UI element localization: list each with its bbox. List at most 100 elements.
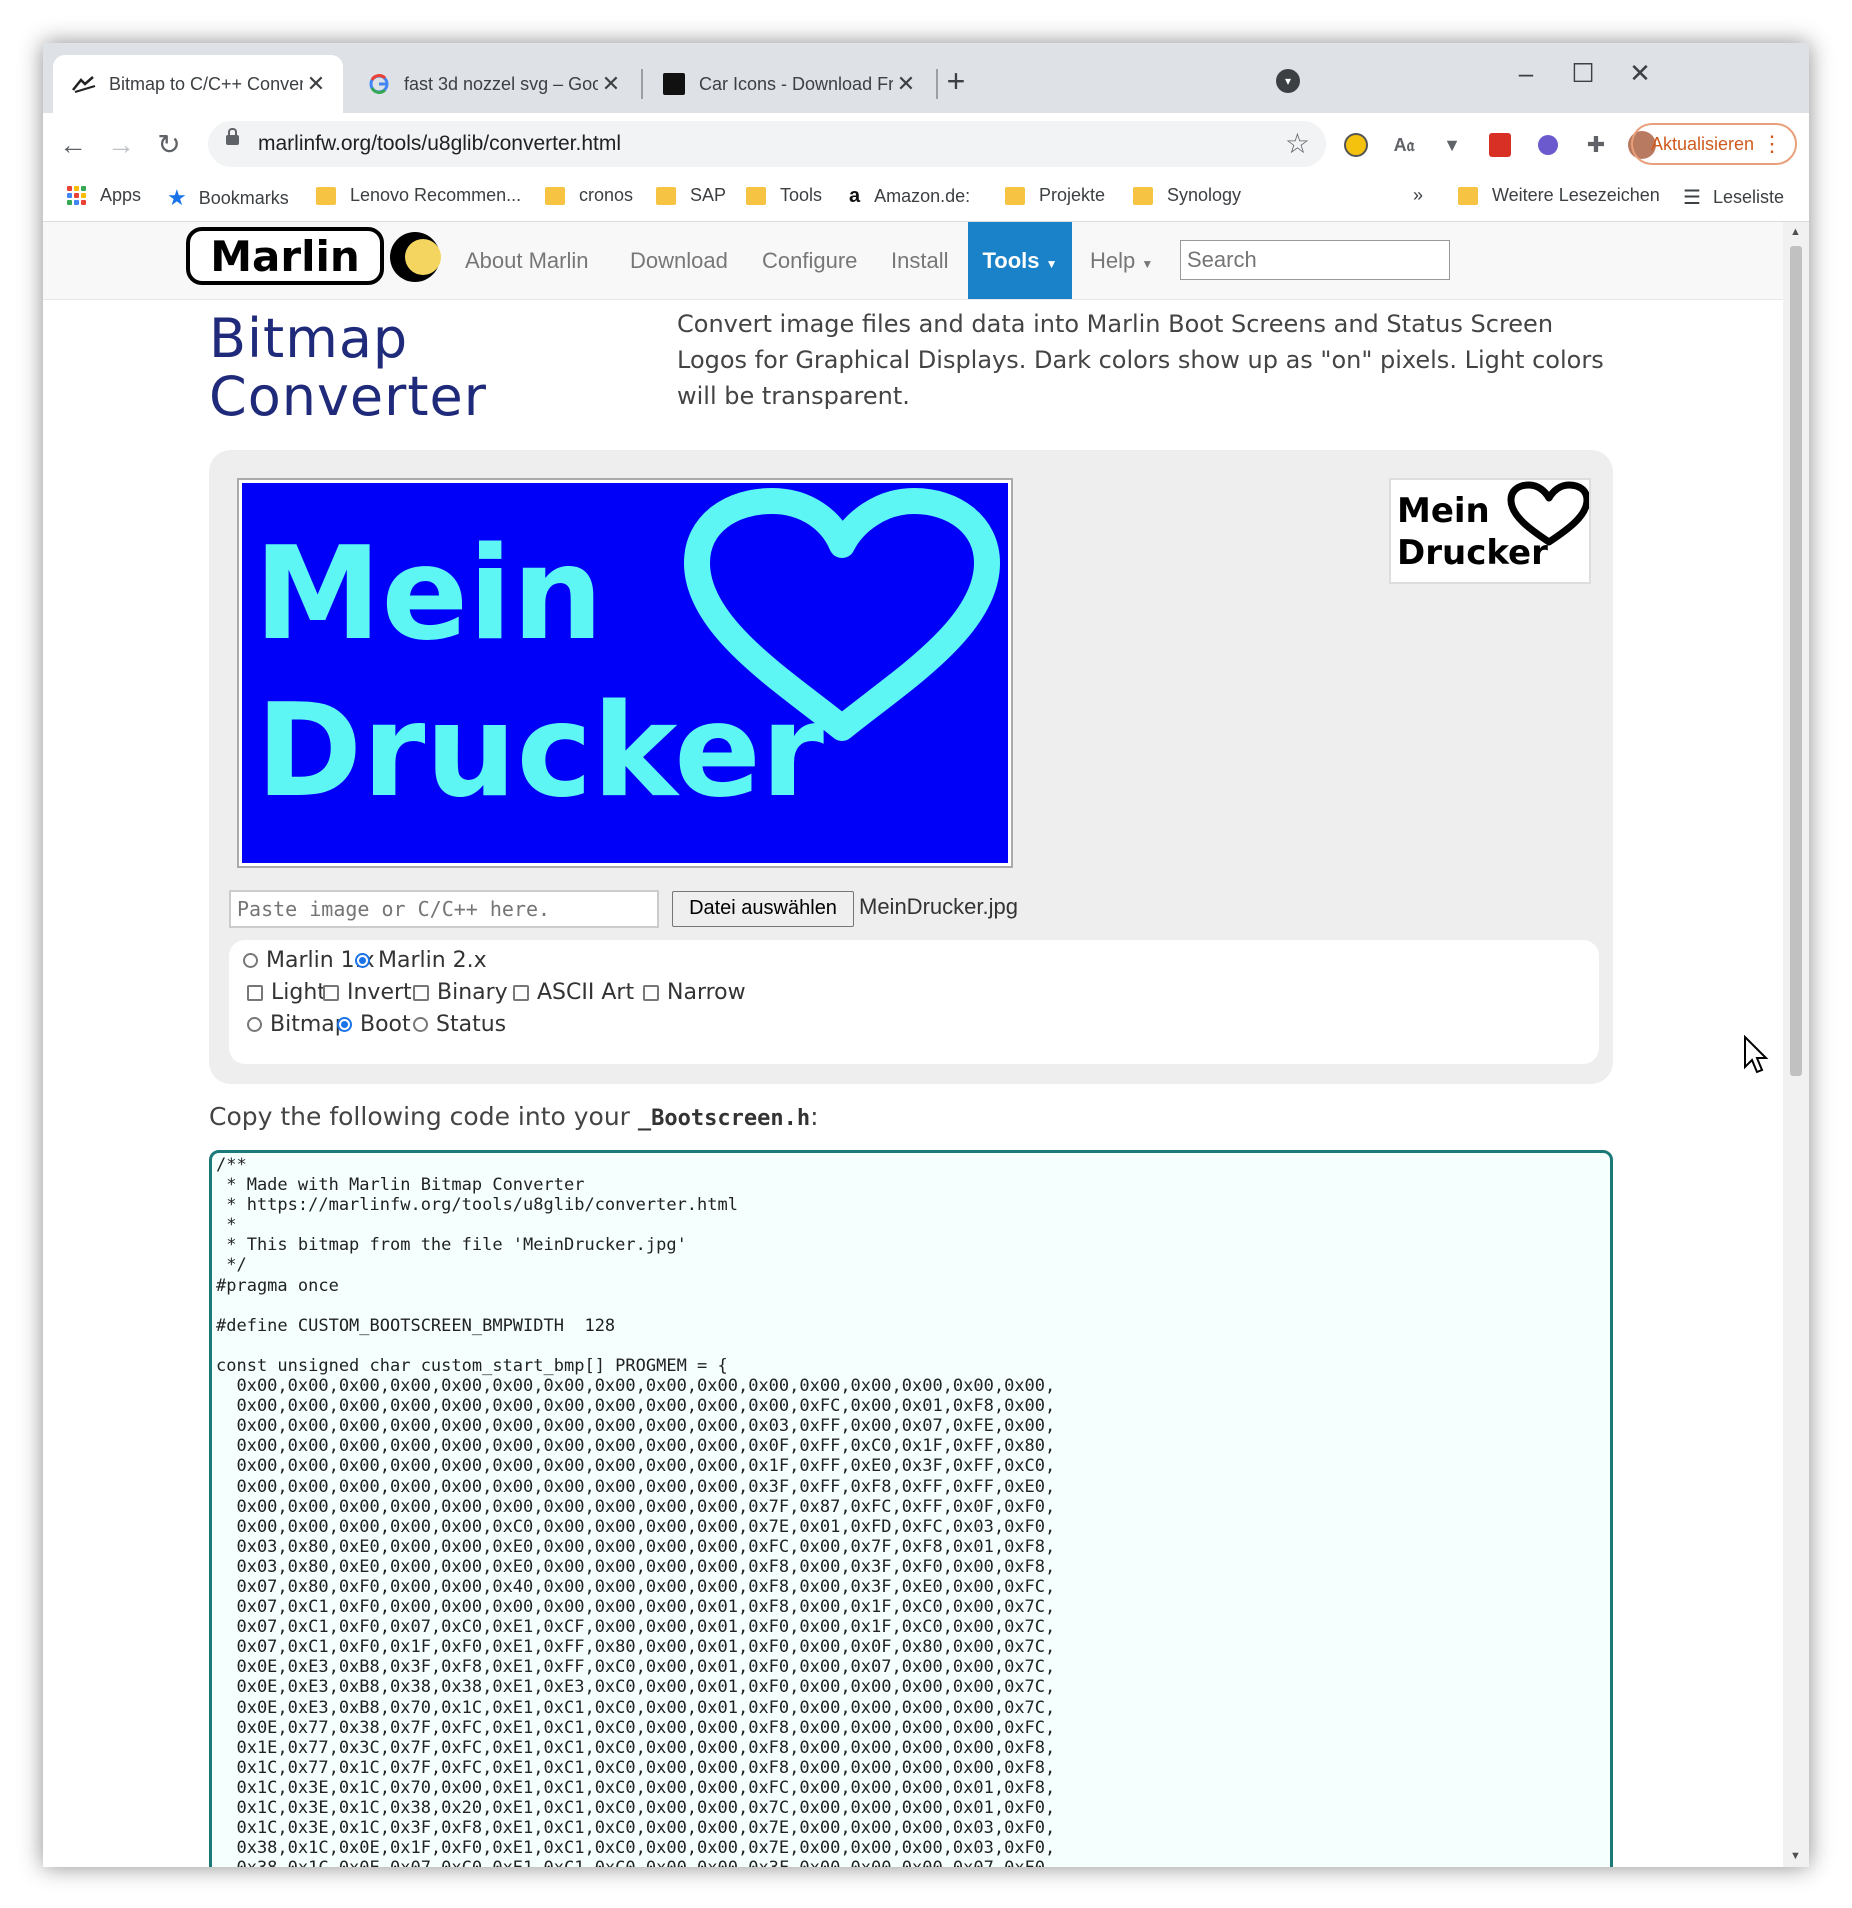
option-narrow[interactable]: Narrow <box>643 980 746 1005</box>
bookmark-label: Weitere Lesezeichen <box>1492 185 1660 205</box>
status-radio[interactable] <box>413 1017 428 1032</box>
back-arrow-icon[interactable]: ← <box>55 127 91 163</box>
ascii-art-checkbox[interactable] <box>513 984 529 1001</box>
scroll-down-arrow-icon[interactable]: ▼ <box>1790 1850 1801 1862</box>
boot-radio[interactable] <box>337 1017 352 1032</box>
reload-icon[interactable]: ↻ <box>151 127 187 163</box>
light-checkbox[interactable] <box>247 984 263 1001</box>
extension-alarm-icon[interactable] <box>1341 130 1371 160</box>
nav-help[interactable]: Help ▼ <box>1090 248 1153 274</box>
browser-window: Bitmap to C/C++ Converter | Marlin ✕ fas… <box>43 43 1809 1867</box>
close-window-icon[interactable]: ✕ <box>1615 53 1665 93</box>
tab-google-search[interactable]: fast 3d nozzel svg – Google Suche ✕ <box>348 55 638 113</box>
update-button[interactable]: Aktualisieren ⋮ <box>1631 123 1797 165</box>
option-light[interactable]: Light <box>247 980 326 1005</box>
bookmark-amazon[interactable]: a Amazon.de: <box>849 185 970 208</box>
option-status[interactable]: Status <box>413 1012 506 1037</box>
bookmark-bookmarks[interactable]: ★ Bookmarks <box>167 185 289 211</box>
amazon-icon: a <box>849 185 861 207</box>
option-label: ASCII Art <box>537 980 635 1005</box>
option-ascii-art[interactable]: ASCII Art <box>513 980 634 1005</box>
page-scrollbar[interactable]: ▲ ▼ <box>1783 222 1809 1867</box>
option-binary[interactable]: Binary <box>413 980 508 1005</box>
folder-icon <box>746 186 766 205</box>
apps-grid-icon <box>67 186 86 205</box>
url-text: marlinfw.org/tools/u8glib/converter.html <box>258 132 621 155</box>
option-invert[interactable]: Invert <box>323 980 412 1005</box>
paste-code-input[interactable] <box>229 890 659 928</box>
folder-icon <box>316 186 336 205</box>
tab-car-icons[interactable]: Car Icons - Download Free Vector ✕ <box>643 55 933 113</box>
world-extension-icon[interactable] <box>1533 130 1563 160</box>
choose-file-button[interactable]: Datei auswählen <box>672 891 854 927</box>
scrollbar-thumb[interactable] <box>1790 246 1802 1076</box>
puzzle-extensions-icon[interactable]: ✚ <box>1581 130 1611 160</box>
marlin-2x-radio[interactable] <box>355 953 370 968</box>
code-output[interactable]: /** * Made with Marlin Bitmap Converter … <box>209 1150 1613 1867</box>
bookmark-other[interactable]: Weitere Lesezeichen <box>1458 185 1660 206</box>
converter-options: Marlin 1.x Marlin 2.x Light Invert Binar… <box>229 940 1599 1064</box>
bookmark-tools[interactable]: Tools <box>746 185 822 206</box>
copy-label-suffix: : <box>810 1102 819 1131</box>
pdf-extension-icon[interactable] <box>1485 130 1515 160</box>
browser-toolbar: ← → ↻ marlinfw.org/tools/u8glib/converte… <box>43 113 1809 175</box>
nav-install[interactable]: Install <box>891 248 948 274</box>
tab-search-icon[interactable]: ▾ <box>1276 69 1300 93</box>
selected-file-name: MeinDrucker.jpg <box>859 894 1018 919</box>
bookmarks-overflow-chevron-icon[interactable]: » <box>1413 185 1423 206</box>
copy-instructions: Copy the following code into your _Boots… <box>209 1102 819 1131</box>
tab-marlin-converter[interactable]: Bitmap to C/C++ Converter | Marlin ✕ <box>53 55 343 113</box>
bookmark-cronos[interactable]: cronos <box>545 185 633 206</box>
bookmark-lenovo[interactable]: Lenovo Recommen... <box>316 185 521 206</box>
nav-tools-label: Tools <box>982 248 1040 273</box>
binary-checkbox[interactable] <box>413 984 429 1001</box>
new-tab-plus-icon[interactable]: + <box>936 61 976 101</box>
vivaldi-extension-icon[interactable]: ▼ <box>1437 130 1467 160</box>
forward-arrow-icon[interactable]: → <box>103 127 139 163</box>
marlin-1x-radio[interactable] <box>243 953 258 968</box>
bookmark-sap[interactable]: SAP <box>656 185 726 206</box>
option-label: Narrow <box>667 980 746 1005</box>
nav-download[interactable]: Download <box>630 248 728 274</box>
nav-configure[interactable]: Configure <box>762 248 857 274</box>
scroll-up-arrow-icon[interactable]: ▲ <box>1790 226 1801 238</box>
nav-about-marlin[interactable]: About Marlin <box>465 248 589 274</box>
nav-help-label: Help <box>1090 248 1136 273</box>
nav-tools[interactable]: Tools ▼ <box>968 222 1072 299</box>
option-bitmap[interactable]: Bitmap <box>247 1012 349 1037</box>
bookmark-synology[interactable]: Synology <box>1133 185 1241 206</box>
option-label: Marlin 2.x <box>378 948 487 973</box>
converter-panel: Mein Drucker Mein Drucker Datei auswähle… <box>209 450 1613 1084</box>
thumb-text-drucker: Drucker <box>1397 533 1548 573</box>
tab-strip: Bitmap to C/C++ Converter | Marlin ✕ fas… <box>43 43 1809 113</box>
folder-icon <box>656 186 676 205</box>
copy-label-filename: _Bootscreen.h <box>637 1106 811 1131</box>
address-bar[interactable]: marlinfw.org/tools/u8glib/converter.html… <box>208 121 1326 167</box>
folder-icon <box>545 186 565 205</box>
option-boot[interactable]: Boot <box>337 1012 411 1037</box>
folder-icon <box>1458 186 1478 205</box>
translate-icon[interactable]: A𝔞 <box>1389 130 1419 160</box>
mouse-pointer-icon <box>1744 1035 1769 1074</box>
maximize-icon[interactable]: ☐ <box>1558 53 1608 93</box>
bookmark-projekte[interactable]: Projekte <box>1005 185 1105 206</box>
option-marlin-2x[interactable]: Marlin 2.x <box>355 948 487 973</box>
folder-icon <box>1133 186 1153 205</box>
minimize-icon[interactable]: – <box>1501 53 1551 93</box>
invert-checkbox[interactable] <box>323 984 339 1001</box>
site-search-input[interactable] <box>1180 240 1450 280</box>
copy-label-prefix: Copy the following code into your <box>209 1102 638 1131</box>
narrow-checkbox[interactable] <box>643 984 659 1001</box>
reading-list[interactable]: ☰ Leseliste <box>1683 185 1784 210</box>
close-tab-icon[interactable]: ✕ <box>598 71 624 97</box>
bookmark-label: SAP <box>690 185 727 205</box>
bookmark-apps[interactable]: Apps <box>67 185 141 206</box>
bookmark-star-icon[interactable]: ☆ <box>1285 127 1310 160</box>
preview-text-drucker: Drucker <box>256 677 824 826</box>
page-title-line2: Converter <box>209 365 487 428</box>
close-tab-icon[interactable]: ✕ <box>303 71 329 97</box>
bitmap-radio[interactable] <box>247 1017 262 1032</box>
close-tab-icon[interactable]: ✕ <box>893 71 919 97</box>
marlin-logo[interactable]: Marlin <box>185 226 443 288</box>
option-label: Invert <box>347 980 412 1005</box>
